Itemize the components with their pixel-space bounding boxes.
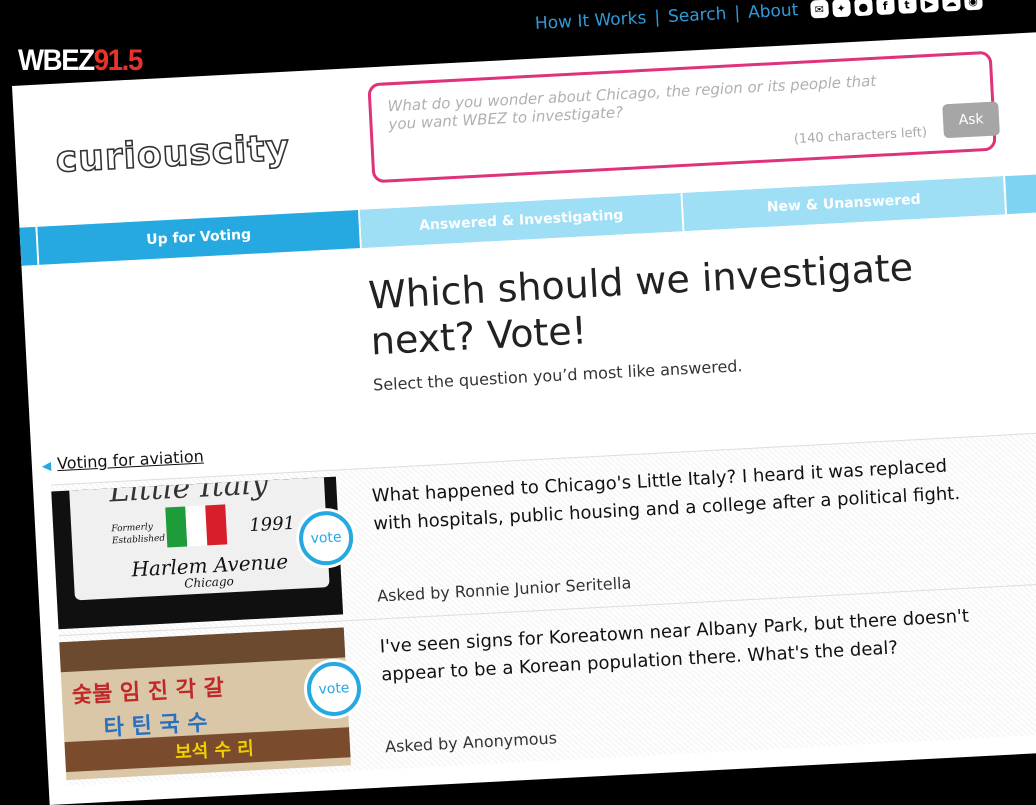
twitter-icon[interactable]: ✦ (831, 0, 851, 18)
about-link[interactable]: About (748, 0, 799, 23)
wood-strip (59, 627, 346, 673)
question-text[interactable]: What happened to Chicago's Little Italy?… (371, 451, 973, 538)
korean-sign-line3: 보석 수 리 (174, 738, 255, 764)
youtube-icon[interactable]: ▶ (919, 0, 939, 13)
sign-established: Established (111, 533, 166, 547)
vote-label: vote (310, 529, 342, 547)
sign-formerly: Formerly (111, 522, 154, 535)
rss-icon[interactable]: ◉ (963, 0, 983, 11)
korean-sign-line1: 숯불 임 진 각 갈 (71, 674, 225, 709)
logo-main: WBEZ (18, 44, 95, 77)
curiouscity-logo[interactable]: curiouscity (54, 127, 292, 182)
asked-by: Asked by Ronnie Junior Seritella (376, 573, 632, 606)
search-link[interactable]: Search (668, 4, 727, 27)
flickr-icon[interactable]: ● (853, 0, 873, 17)
little-italy-sign-image: Little Italy Formerly Established 1991 H… (51, 476, 344, 630)
ask-button[interactable]: Ask (942, 101, 1000, 139)
sign-city: Chicago (183, 574, 235, 591)
italian-flag (165, 504, 228, 548)
sign-top-text: Little Italy (108, 476, 269, 510)
top-nav: How It Works | Search | About ✉ ✦ ● f t … (534, 0, 983, 34)
tab-up-for-voting[interactable]: Up for Voting (37, 209, 362, 265)
email-icon[interactable]: ✉ (809, 0, 829, 19)
tab-new-unanswered[interactable]: New & Unanswered (682, 176, 1008, 232)
page-subtitle: Select the question you’d most like answ… (372, 356, 743, 395)
sign-board: Little Italy Formerly Established 1991 H… (69, 476, 330, 601)
back-link[interactable]: ◀ Voting for aviation (41, 446, 205, 474)
wbez-logo[interactable]: WBEZ91.5 (18, 44, 144, 78)
back-arrow-icon: ◀ (41, 458, 52, 473)
question-text[interactable]: I've seen signs for Koreatown near Alban… (379, 602, 981, 689)
sign-year: 1991 (248, 512, 296, 537)
facebook-icon[interactable]: f (875, 0, 895, 16)
koreatown-sign-image: 숯불 임 진 각 갈 타 틴 국 수 보석 수 리 (59, 627, 352, 781)
vote-label: vote (318, 680, 350, 698)
tumblr-icon[interactable]: t (897, 0, 917, 14)
tab-answered-investigating[interactable]: Answered & Investigating (359, 193, 685, 248)
page-title: Which should we investigate next? Vote! (367, 245, 915, 364)
logo-frequency: 91.5 (93, 44, 144, 77)
social-icons: ✉ ✦ ● f t ▶ ☁ ◉ (809, 0, 983, 19)
back-link-label: Voting for aviation (56, 446, 205, 474)
soundcloud-icon[interactable]: ☁ (941, 0, 961, 12)
tab-bar-edge (19, 226, 40, 266)
nav-separator: | (653, 7, 661, 28)
content-panel: curiouscity (140 characters left) Ask Up… (12, 27, 1036, 805)
how-it-works-link[interactable]: How It Works (534, 8, 646, 34)
nav-separator: | (733, 3, 741, 24)
ask-box: (140 characters left) Ask (367, 50, 1000, 184)
